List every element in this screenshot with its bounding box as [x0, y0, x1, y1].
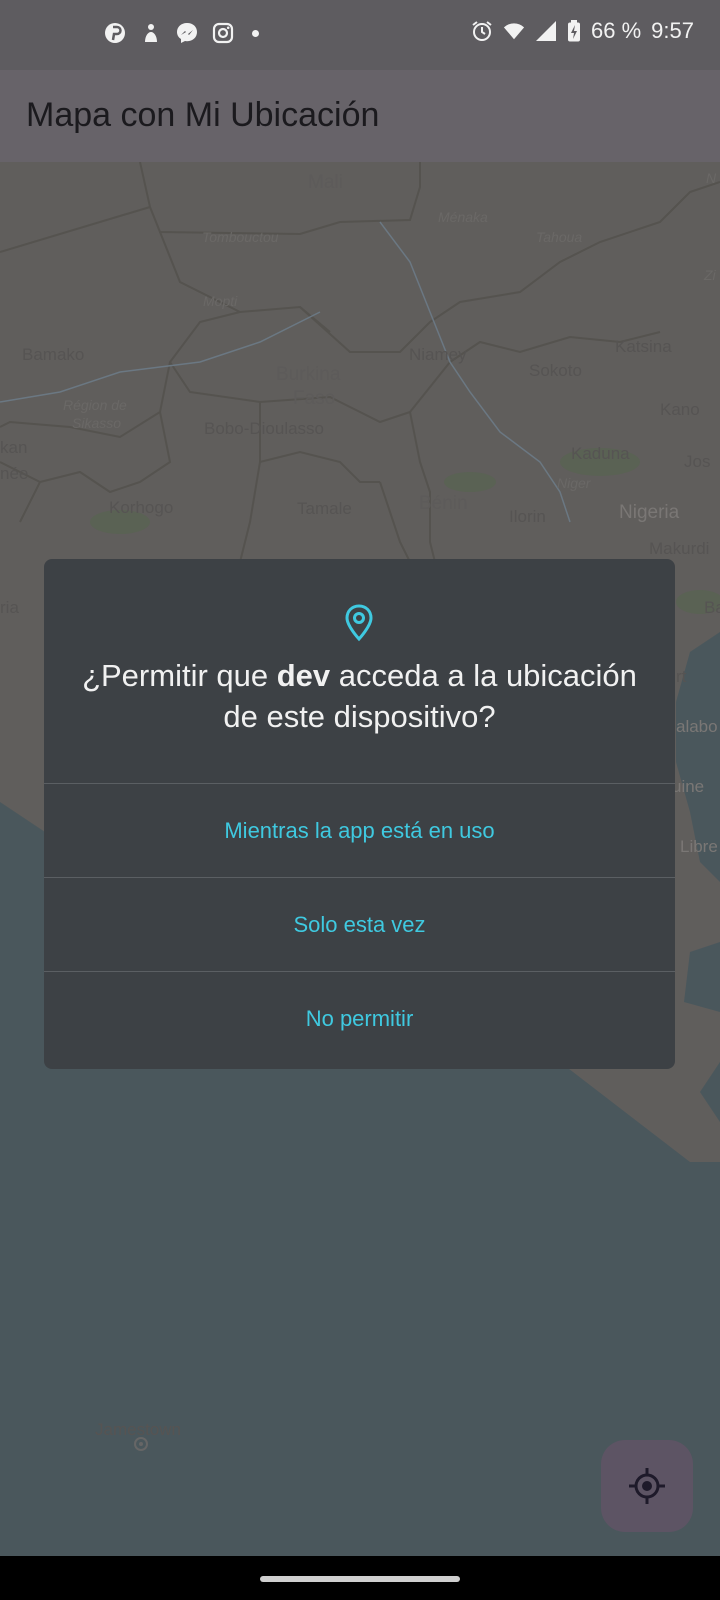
app-bar: Mapa con Mi Ubicación: [0, 70, 720, 162]
wifi-icon: [503, 23, 525, 40]
instagram-icon: [212, 22, 234, 44]
notification-icons: [104, 22, 259, 44]
pinterest-icon: [105, 23, 125, 43]
allow-once-button[interactable]: Solo esta vez: [44, 877, 675, 972]
dialog-title: ¿Permitir que dev acceda a la ubicación …: [74, 655, 645, 737]
my-location-button[interactable]: [601, 1440, 693, 1532]
battery-charging-icon: [568, 20, 581, 42]
more-notifications-dot: [252, 29, 259, 37]
battery-percent: 66 %: [591, 18, 642, 43]
page-title: Mapa con Mi Ubicación: [26, 96, 380, 134]
dialog-app-name: dev: [276, 658, 331, 693]
navigation-bar: [0, 1556, 720, 1600]
status-bar: 66 % 9:57: [0, 0, 720, 70]
gesture-handle[interactable]: [260, 1576, 460, 1582]
allow-while-using-button[interactable]: Mientras la app está en uso: [44, 783, 675, 878]
clock: 9:57: [651, 18, 694, 43]
messenger-icon: [177, 23, 197, 43]
alarm-icon: [472, 21, 492, 41]
location-permission-dialog: ¿Permitir que dev acceda a la ubicación …: [44, 559, 675, 1069]
signal-icon: [536, 21, 557, 41]
location-pin-icon: [345, 604, 373, 642]
my-location-icon: [629, 1468, 665, 1504]
pet-app-icon: [145, 24, 157, 42]
dialog-title-prefix: ¿Permitir que: [82, 658, 277, 693]
system-icons: 66 % 9:57: [471, 18, 694, 44]
deny-button[interactable]: No permitir: [44, 971, 675, 1066]
